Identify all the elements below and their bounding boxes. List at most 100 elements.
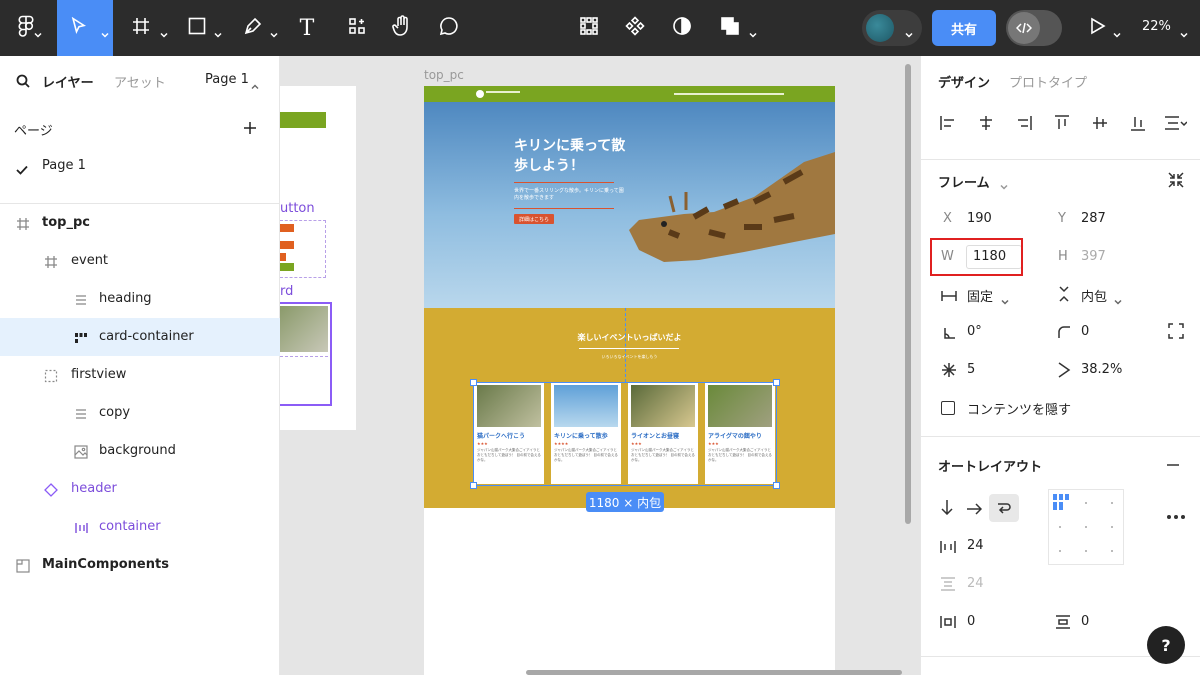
align-right-icon[interactable] [1015,114,1033,136]
align-left-icon[interactable] [939,114,957,136]
card-component-label: rd [280,284,294,299]
height-mode-select[interactable]: 内包 [1081,286,1107,305]
chevron-down-icon [1113,24,1121,38]
frame-tool-button[interactable] [128,0,154,56]
page-selector[interactable]: Page 1 [205,72,249,87]
remove-autolayout-icon[interactable] [1166,457,1180,476]
layer-row-background[interactable]: background [0,432,280,470]
hand-tool-button[interactable] [389,0,415,56]
collapse-icon[interactable] [1167,171,1185,193]
resources-button[interactable] [344,0,370,56]
layer-row-copy[interactable]: copy [0,394,280,432]
vertical-padding-input[interactable]: 0 [1081,614,1089,629]
layer-row-card-container[interactable]: card-container [0,318,280,356]
h-input[interactable]: 397 [1081,249,1106,264]
component-button[interactable] [622,0,648,56]
event-section[interactable]: 楽しいイベントいっぱいだよ いろいろなイベントを楽しもう 猫パークへ行こう ★★… [424,308,835,508]
search-icon[interactable] [16,73,30,92]
vertical-hug-icon [1057,286,1071,306]
selection-box[interactable] [473,382,777,486]
align-bottom-icon[interactable] [1129,114,1147,136]
horizontal-scrollbar[interactable] [526,670,902,675]
nav-links [674,93,784,95]
rotation-input[interactable]: 0° [967,324,982,339]
horizontal-padding-input[interactable]: 0 [967,614,975,629]
direction-horizontal-icon[interactable] [966,501,983,520]
chevron-down-icon [214,24,222,38]
tab-design[interactable]: デザイン [938,72,990,91]
layer-row-heading[interactable]: heading [0,280,280,318]
layer-label: copy [99,405,131,420]
help-button[interactable]: ? [1147,626,1185,664]
gap-input[interactable]: 24 [967,538,984,553]
comment-tool-button[interactable] [436,0,462,56]
shape-tool-button[interactable] [184,0,210,56]
y-input[interactable]: 287 [1081,211,1106,226]
resize-handle[interactable] [773,379,780,386]
direction-vertical-icon[interactable] [940,499,954,519]
x-input[interactable]: 190 [967,211,992,226]
toolbar: T 共有 22% [0,0,1200,56]
more-options-icon[interactable] [1166,505,1186,524]
button-component-label: utton [280,201,315,216]
button-variants[interactable] [280,220,326,278]
canvas[interactable]: utton rd top_pc キリンに乗って散歩しよう！ 世界で一番スリリング… [280,56,920,675]
layer-row-header[interactable]: header [0,470,280,508]
tab-prototype[interactable]: プロトタイプ [1009,72,1087,91]
layer-row-top-pc[interactable]: top_pc [0,204,280,242]
align-top-icon[interactable] [1053,114,1071,136]
resize-handle[interactable] [773,482,780,489]
clip-content-checkbox[interactable] [941,401,955,415]
resize-handle[interactable] [470,379,477,386]
component-icon [625,16,645,40]
resize-handle[interactable] [470,482,477,489]
pages-title: ページ [14,124,53,139]
ratio-icon [1057,362,1071,382]
text-tool-button[interactable]: T [294,0,320,56]
align-center-horizontal-icon[interactable] [977,114,995,136]
layer-row-event[interactable]: event [0,242,280,280]
width-mode-select[interactable]: 固定 [967,286,993,305]
card-component[interactable] [280,302,332,406]
w-input[interactable]: 1180 [973,249,1006,264]
vertical-scrollbar[interactable] [905,64,911,524]
theme-toggle-button[interactable] [669,0,695,56]
independent-corners-icon[interactable] [1168,323,1184,343]
share-button[interactable]: 共有 [932,10,996,46]
vertical-gap-input[interactable]: 24 [967,576,984,591]
components-frame[interactable]: utton rd [280,86,356,430]
top-pc-frame[interactable]: キリンに乗って散歩しよう！ 世界で一番スリリングな散歩。キリンに乗って園内を散歩… [424,86,835,675]
count-input[interactable]: 5 [967,362,975,377]
tab-layers[interactable]: レイヤー [42,72,94,91]
layer-row-firstview[interactable]: firstview [0,356,280,394]
frame-icon [16,216,30,230]
distribute-icon[interactable] [1163,114,1188,136]
add-page-icon[interactable] [243,120,257,139]
firstview[interactable]: キリンに乗って散歩しよう！ 世界で一番スリリングな散歩。キリンに乗って園内を散歩… [424,102,835,308]
align-center-vertical-icon[interactable] [1091,114,1109,136]
avatar[interactable] [866,14,894,42]
move-tool-button[interactable] [57,0,113,56]
boolean-button[interactable] [717,0,743,56]
zoom-level[interactable]: 22% [1142,19,1171,34]
autolayout-section-title[interactable]: オートレイアウト [938,456,1042,475]
auto-layout-horizontal-icon [74,520,88,534]
wrap-button[interactable] [989,494,1019,522]
layer-row-maincomponents[interactable]: MainComponents [0,546,280,584]
ratio-input[interactable]: 38.2% [1081,362,1122,377]
y-label: Y [1058,211,1066,226]
page-item-page-1[interactable]: Page 1 [0,148,280,184]
hero-button[interactable]: 詳細はこちら [514,214,554,224]
frame-label[interactable]: top_pc [424,68,464,82]
layer-row-container[interactable]: container [0,508,280,546]
frame-icon [44,254,58,268]
chevron-down-icon [749,24,757,38]
tab-assets[interactable]: アセット [114,72,166,91]
component-grid-button[interactable] [576,0,602,56]
frame-section-title[interactable]: フレーム [938,172,990,191]
present-button[interactable] [1088,0,1108,56]
pen-tool-button[interactable] [240,0,266,56]
contrast-icon [672,16,692,40]
alignment-grid[interactable] [1048,489,1124,565]
radius-input[interactable]: 0 [1081,324,1089,339]
